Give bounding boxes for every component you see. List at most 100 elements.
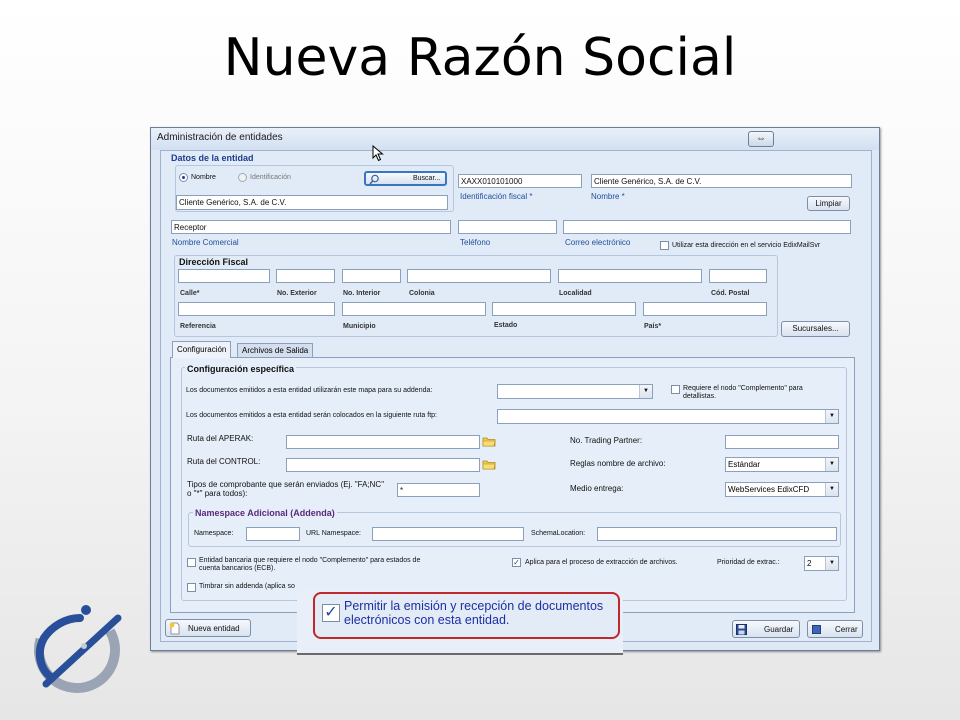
slide-title: Nueva Razón Social — [223, 28, 737, 88]
close-label: Cerrar — [835, 625, 858, 634]
branches-button[interactable]: Sucursales... — [781, 321, 850, 337]
company-logo — [33, 605, 122, 693]
no-exterior-input[interactable] — [276, 269, 335, 283]
folder-icon[interactable] — [482, 459, 496, 470]
referencia-label: Referencia — [180, 323, 216, 330]
tab-archivos-salida[interactable]: Archivos de Salida — [237, 343, 314, 358]
tipos-input[interactable]: * — [397, 483, 480, 497]
extract-label: Aplica para el proceso de extracción de … — [525, 559, 678, 566]
colonia-label: Colonia — [409, 290, 435, 297]
addenda-map-dropdown[interactable]: ▼ — [497, 384, 653, 399]
email-service-checkbox[interactable] — [660, 241, 669, 250]
address-group — [174, 255, 778, 337]
no-interior-label: No. Interior — [343, 290, 381, 297]
medio-value: WebServices EdixCFD — [728, 485, 810, 494]
extract-checkbox[interactable]: ✓ — [512, 558, 521, 567]
estado-label: Estado — [494, 322, 518, 329]
municipio-label: Municipio — [343, 323, 376, 330]
rfc-input[interactable]: XAXX010101000 — [458, 174, 582, 188]
complemento-checkbox[interactable] — [671, 385, 680, 394]
localidad-input[interactable] — [558, 269, 702, 283]
commercial-name-label: Nombre Comercial — [172, 238, 239, 247]
phone-input[interactable] — [458, 220, 557, 234]
bank-label: Entidad bancaria que requiere el nodo "C… — [199, 557, 421, 572]
clear-button[interactable]: Limpiar — [807, 196, 850, 211]
save-label: Guardar — [764, 625, 794, 634]
schema-location-input[interactable] — [597, 527, 837, 541]
magnifier-icon — [369, 174, 379, 185]
new-entity-button[interactable]: Nueva entidad — [165, 619, 251, 637]
restore-button[interactable]: ⇔ — [748, 131, 774, 147]
chevron-down-icon: ▼ — [825, 410, 838, 423]
reglas-value: Estándar — [728, 460, 761, 469]
pais-input[interactable] — [643, 302, 767, 316]
cod-postal-label: Cód. Postal — [711, 290, 750, 297]
new-entity-label: Nueva entidad — [188, 624, 240, 633]
tab-configuracion[interactable]: Configuración — [172, 341, 232, 358]
stop-icon — [812, 625, 821, 634]
search-input[interactable]: Cliente Genérico, S.A. de C.V. — [176, 195, 448, 210]
reglas-label: Reglas nombre de archivo: — [570, 459, 666, 468]
entity-section-label: Datos de la entidad — [171, 153, 254, 163]
allow-emission-label: Permitir la emisión y recepción de docum… — [344, 599, 604, 627]
ftp-dropdown[interactable]: ▼ — [497, 409, 839, 424]
calle-input[interactable] — [178, 269, 270, 283]
folder-icon[interactable] — [482, 436, 496, 447]
allow-emission-checkbox[interactable]: ✓ — [322, 604, 340, 622]
no-addenda-label: Timbrar sin addenda (aplica so — [199, 583, 295, 590]
chevron-down-icon: ▼ — [825, 483, 838, 496]
namespace-input[interactable] — [246, 527, 300, 541]
schema-location-label: SchemaLocation: — [531, 530, 586, 537]
close-button[interactable]: Cerrar — [807, 620, 863, 638]
radio-nombre-label: Nombre — [191, 174, 216, 181]
radio-nombre[interactable] — [179, 173, 188, 182]
no-interior-input[interactable] — [342, 269, 401, 283]
radio-identificacion-label: Identificación — [250, 174, 291, 181]
url-namespace-input[interactable] — [372, 527, 524, 541]
commercial-name-input[interactable]: Receptor — [171, 220, 451, 234]
medio-label: Medio entrega: — [570, 484, 624, 493]
aperak-input[interactable] — [286, 435, 480, 449]
control-input[interactable] — [286, 458, 480, 472]
search-button[interactable]: Buscar... — [364, 171, 447, 186]
priority-label: Prioridad de extrac.: — [717, 559, 780, 566]
control-label: Ruta del CONTROL: — [187, 457, 261, 466]
window-title: Administración de entidades — [157, 132, 283, 143]
ftp-label: Los documentos emitidos a esta entidad s… — [186, 412, 437, 419]
municipio-input[interactable] — [342, 302, 486, 316]
callout-highlight: ✓ Permitir la emisión y recepción de doc… — [313, 592, 620, 639]
colonia-input[interactable] — [407, 269, 551, 283]
save-button[interactable]: Guardar — [732, 620, 800, 638]
calle-label: Calle* — [180, 290, 200, 297]
bank-checkbox[interactable] — [187, 558, 196, 567]
name-label: Nombre * — [591, 192, 625, 201]
priority-dropdown[interactable]: 2 ▼ — [804, 556, 839, 571]
localidad-label: Localidad — [559, 290, 592, 297]
floppy-disk-icon — [736, 624, 747, 635]
complemento-label: Requiere el nodo "Complemento" para deta… — [683, 385, 803, 400]
aperak-label: Ruta del APERAK: — [187, 434, 254, 443]
rfc-label: Identificación fiscal * — [460, 192, 533, 201]
priority-value: 2 — [807, 559, 812, 568]
trading-partner-input[interactable] — [725, 435, 839, 449]
medio-dropdown[interactable]: WebServices EdixCFD ▼ — [725, 482, 839, 497]
cod-postal-input[interactable] — [709, 269, 767, 283]
estado-input[interactable] — [492, 302, 636, 316]
email-label: Correo electrónico — [565, 238, 631, 247]
new-document-icon — [169, 622, 180, 635]
config-section-label: Configuración específica — [185, 364, 297, 374]
window-content: Datos de la entidad Nombre Identificació… — [160, 150, 872, 642]
radio-identificacion[interactable] — [238, 173, 247, 182]
chevron-down-icon: ▼ — [825, 557, 838, 570]
name-input[interactable]: Cliente Genérico, S.A. de C.V. — [591, 174, 852, 188]
namespace-label: Namespace: — [194, 530, 234, 537]
referencia-input[interactable] — [178, 302, 335, 316]
namespace-section-label: Namespace Adicional (Addenda) — [193, 508, 337, 518]
url-namespace-label: URL Namespace: — [306, 530, 361, 537]
no-addenda-checkbox[interactable] — [187, 583, 196, 592]
window-titlebar: Administración de entidades ⇔ — [151, 128, 879, 150]
email-input[interactable] — [563, 220, 851, 234]
phone-label: Teléfono — [460, 238, 491, 247]
reglas-dropdown[interactable]: Estándar ▼ — [725, 457, 839, 472]
addenda-map-label: Los documentos emitidos a esta entidad u… — [186, 387, 433, 394]
